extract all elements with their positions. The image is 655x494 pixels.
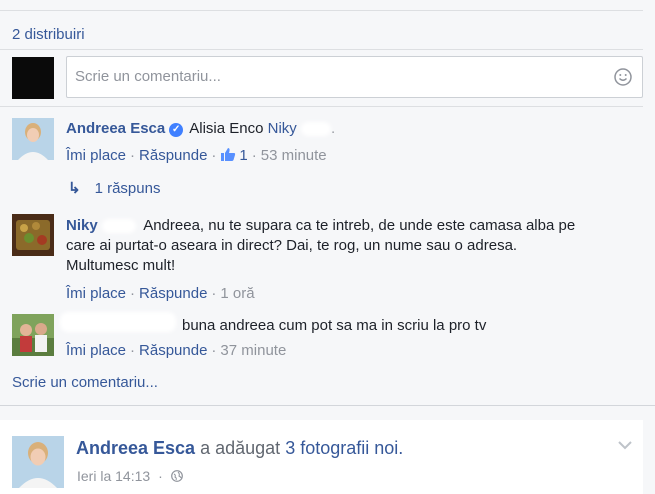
- redacted-text: [101, 219, 136, 234]
- comment-time[interactable]: 37 minute: [220, 342, 286, 359]
- divider: [0, 49, 643, 50]
- globe-icon[interactable]: [170, 470, 183, 482]
- post-action-text: a adăugat: [200, 438, 281, 458]
- comment-actions: Îmi place · Răspunde · 1 oră: [66, 285, 255, 302]
- write-comment-link[interactable]: Scrie un comentariu...: [12, 374, 158, 391]
- reply-link[interactable]: Răspunde: [139, 342, 207, 359]
- emoji-icon[interactable]: [614, 68, 632, 86]
- photos-link[interactable]: 3 fotografii noi.: [285, 438, 403, 458]
- chevron-down-icon[interactable]: [617, 437, 633, 455]
- comment-body: Niky Andreea, nu te supara ca te intreb,…: [66, 216, 626, 276]
- comment-actions: Îmi place · Răspunde · 1 · 53 minute: [66, 147, 327, 164]
- comment-input-placeholder: Scrie un comentariu...: [75, 68, 221, 85]
- shares-count-link[interactable]: 2 distribuiri: [12, 26, 85, 43]
- mention: Alisia Enco: [189, 120, 264, 137]
- divider: [0, 10, 643, 11]
- post-author-name[interactable]: Andreea Esca: [76, 438, 195, 458]
- post-timestamp[interactable]: Ieri la 14:13: [77, 468, 150, 484]
- comment-text: Multumesc mult!: [66, 257, 176, 274]
- post-headline: Andreea Esca a adăugat 3 fotografii noi.: [76, 438, 403, 459]
- like-link[interactable]: Îmi place: [66, 285, 126, 302]
- commenter-avatar[interactable]: [12, 214, 54, 256]
- redacted-text: [300, 122, 331, 137]
- current-user-avatar[interactable]: [12, 57, 54, 99]
- like-link[interactable]: Îmi place: [66, 147, 126, 164]
- comment-input[interactable]: Scrie un comentariu...: [66, 56, 643, 98]
- comment-actions: Îmi place · Răspunde · 37 minute: [66, 342, 287, 359]
- verified-badge-icon: ✓: [169, 123, 184, 137]
- comment-time[interactable]: 1 oră: [220, 285, 254, 302]
- comment-text: care ai purtat-o aseara in direct? Dai, …: [66, 237, 518, 254]
- divider: [0, 405, 655, 406]
- comment-time[interactable]: 53 minute: [261, 147, 327, 164]
- like-link[interactable]: Îmi place: [66, 342, 126, 359]
- reply-arrow-icon: ↳: [68, 180, 81, 197]
- reply-link[interactable]: Răspunde: [139, 285, 207, 302]
- redacted-author-name: [60, 312, 176, 332]
- like-count[interactable]: 1: [239, 147, 247, 164]
- post-author-avatar[interactable]: [12, 436, 64, 488]
- comment-author[interactable]: Andreea Esca: [66, 120, 165, 137]
- mention-link[interactable]: Niky: [268, 120, 297, 137]
- post-meta: Ieri la 14:13 ·: [77, 468, 183, 484]
- comment-body: Andreea Esca ✓ Alisia Enco Niky .: [66, 120, 336, 137]
- divider: [0, 106, 643, 107]
- commenter-avatar[interactable]: [12, 314, 54, 356]
- comment-author[interactable]: Niky: [66, 217, 98, 234]
- thumbs-up-icon[interactable]: [220, 147, 236, 162]
- view-replies-link[interactable]: ↳ 1 răspuns: [68, 179, 160, 197]
- reply-link[interactable]: Răspunde: [139, 147, 207, 164]
- comment-text: buna andreea cum pot sa ma in scriu la p…: [182, 317, 487, 334]
- commenter-avatar[interactable]: [12, 118, 54, 160]
- comment-text: Andreea, nu te supara ca te intreb, de u…: [143, 217, 576, 234]
